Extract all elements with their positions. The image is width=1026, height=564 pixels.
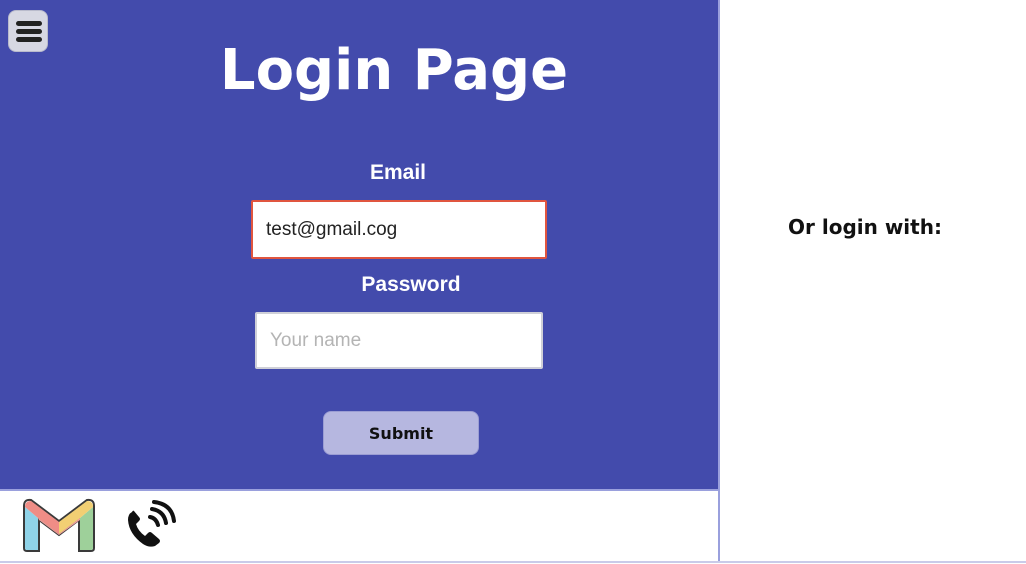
phone-icon-graphic bbox=[128, 500, 176, 547]
email-label: Email bbox=[369, 161, 427, 184]
hamburger-menu-icon[interactable] bbox=[8, 10, 48, 52]
vertical-divider bbox=[718, 0, 720, 562]
page-bottom-divider bbox=[0, 561, 1026, 563]
password-label: Password bbox=[361, 273, 461, 296]
gmail-icon[interactable] bbox=[21, 496, 97, 554]
phone-icon[interactable] bbox=[123, 500, 177, 550]
menu-bar bbox=[16, 21, 42, 26]
submit-button[interactable]: Submit bbox=[323, 411, 479, 455]
panel-bottom-divider bbox=[0, 489, 719, 491]
alt-login-heading: Or login with: bbox=[788, 215, 942, 239]
email-field[interactable] bbox=[251, 200, 547, 259]
menu-bar bbox=[16, 29, 42, 34]
gmail-icon-graphic bbox=[23, 498, 95, 552]
page-title: Login Page bbox=[219, 38, 569, 103]
menu-bar bbox=[16, 37, 42, 42]
login-screen: Login Page Email Password Submit Or logi… bbox=[0, 0, 1026, 564]
password-field[interactable] bbox=[255, 312, 543, 369]
